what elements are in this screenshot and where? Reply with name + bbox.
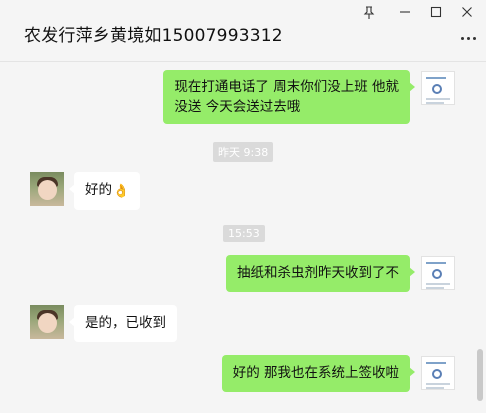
timestamp-divider: 15:53: [223, 225, 265, 242]
close-icon[interactable]: [456, 3, 478, 21]
message-list[interactable]: 现在打通电话了 周末你们没上班 他就 没送 今天会送过去哦 昨天 9:38 好的…: [0, 62, 486, 413]
message-bubble-outgoing[interactable]: 好的 那我也在系统上签收啦: [221, 355, 416, 392]
title-bar: 农发行萍乡黄境如15007993312: [0, 0, 486, 62]
message-bubble-outgoing[interactable]: 现在打通电话了 周末你们没上班 他就 没送 今天会送过去哦: [163, 70, 415, 124]
message-bubble-incoming[interactable]: 是的，已收到: [69, 305, 177, 342]
self-avatar[interactable]: [421, 356, 455, 390]
message-text: 好的 那我也在系统上签收啦: [232, 365, 399, 381]
chat-title: 农发行萍乡黄境如15007993312: [24, 26, 283, 46]
message-bubble-incoming[interactable]: 好的👌: [68, 172, 141, 210]
contact-avatar[interactable]: [30, 305, 64, 339]
minimize-icon[interactable]: [394, 3, 416, 21]
message-text: 是的，已收到: [85, 315, 166, 331]
timestamp-divider: 昨天 9:38: [213, 142, 274, 162]
message-text: 抽纸和杀虫剂昨天收到了不: [237, 265, 399, 281]
more-icon[interactable]: [458, 33, 478, 43]
pin-icon[interactable]: [358, 3, 380, 21]
maximize-icon[interactable]: [425, 3, 447, 21]
message-text-line: 现在打通电话了 周末你们没上班 他就: [174, 79, 399, 95]
self-avatar[interactable]: [421, 71, 455, 105]
message-text: 好的: [85, 182, 112, 198]
scrollbar-thumb[interactable]: [477, 349, 483, 401]
message-bubble-outgoing[interactable]: 抽纸和杀虫剂昨天收到了不: [226, 255, 415, 292]
self-avatar[interactable]: [421, 256, 455, 290]
contact-avatar[interactable]: [30, 172, 64, 206]
message-text-line: 没送 今天会送过去哦: [174, 99, 301, 115]
ok-hand-emoji-icon: 👌: [113, 184, 130, 199]
